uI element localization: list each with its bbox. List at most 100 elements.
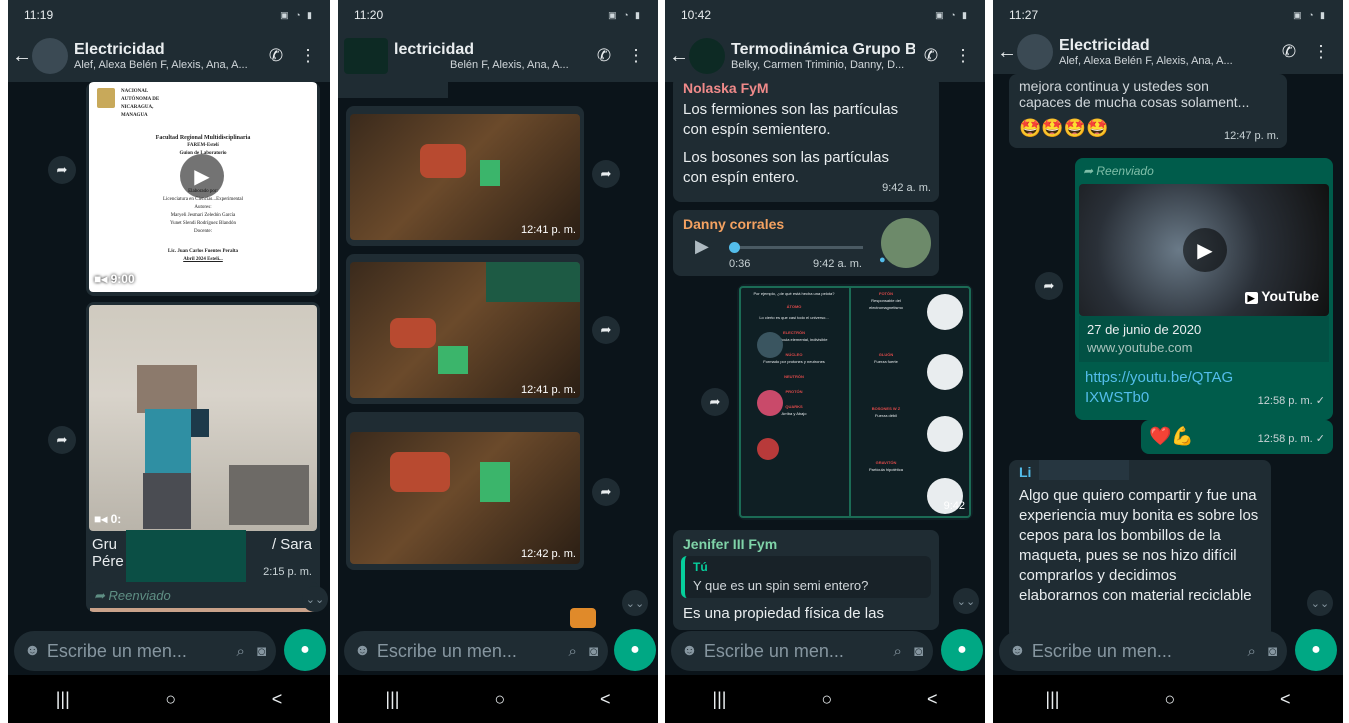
- doc-institution: NACIONAL AUTÓNOMA DE NICARAGUA, MANAGUA: [121, 88, 159, 120]
- back-arrow-icon[interactable]: ←: [997, 41, 1017, 64]
- recent-apps-icon[interactable]: |||: [56, 689, 70, 710]
- reply-message[interactable]: Jenifer III Fym Tú Y que es un spin semi…: [673, 530, 939, 630]
- status-bar: 11:19 ▣ ◔ ▮: [8, 0, 330, 30]
- forward-icon[interactable]: ➦: [48, 156, 76, 184]
- attach-icon[interactable]: ⌕: [237, 643, 245, 660]
- menu-icon[interactable]: ⋮: [947, 46, 979, 66]
- message-list[interactable]: NACIONAL AUTÓNOMA DE NICARAGUA, MANAGUA …: [8, 82, 330, 675]
- attach-icon[interactable]: ⌕: [569, 643, 577, 660]
- nav-back-icon[interactable]: <: [272, 689, 283, 710]
- chat-title-block[interactable]: Electricidad Alef, Alexa Belén F, Alexis…: [74, 41, 260, 71]
- menu-icon[interactable]: ⋮: [1305, 42, 1337, 62]
- nav-back-icon[interactable]: <: [1280, 689, 1291, 710]
- forward-icon[interactable]: ➦: [701, 388, 729, 416]
- home-icon[interactable]: ○: [494, 689, 505, 710]
- message-input[interactable]: ☻ Escribe un men... ⌕ ◙: [671, 631, 933, 671]
- camera-icon[interactable]: ◙: [914, 643, 923, 660]
- group-avatar[interactable]: [32, 38, 68, 74]
- nav-back-icon[interactable]: <: [927, 689, 938, 710]
- message-input[interactable]: ☻ Escribe un men... ⌕ ◙: [344, 631, 608, 671]
- emoji-icon[interactable]: ☻: [354, 642, 371, 660]
- infographic: Por ejemplo, ¿de qué está hecha una pelo…: [739, 286, 971, 518]
- image-message[interactable]: 12:41 p. m.: [346, 254, 584, 404]
- scroll-down-icon[interactable]: ⌄⌄: [953, 588, 979, 614]
- forward-icon[interactable]: ➦: [1035, 272, 1063, 300]
- image-message[interactable]: 12:42 p. m.: [346, 412, 584, 570]
- link-title: 27 de junio de 2020: [1087, 322, 1202, 337]
- scroll-down-icon[interactable]: ⌄⌄: [622, 590, 648, 616]
- text-message[interactable]: mejora continua y ustedes son capaces de…: [1009, 74, 1287, 148]
- attach-icon[interactable]: ⌕: [894, 643, 902, 660]
- chat-title: lectricidad: [394, 41, 475, 58]
- camera-icon[interactable]: ◙: [1268, 643, 1277, 660]
- mic-icon[interactable]: ●: [1295, 629, 1337, 671]
- forward-icon[interactable]: ➦: [48, 426, 76, 454]
- back-arrow-icon[interactable]: ←: [669, 45, 689, 68]
- mic-icon[interactable]: ●: [614, 629, 656, 671]
- emoji-message[interactable]: ❤️💪 12:58 p. m. ✓: [1141, 420, 1333, 454]
- quoted-message[interactable]: Tú Y que es un spin semi entero?: [681, 556, 931, 598]
- add-call-icon[interactable]: ✆: [1273, 42, 1305, 62]
- attach-icon[interactable]: ⌕: [1248, 643, 1256, 660]
- chat-title-block[interactable]: Electricidad Alef, Alexa Belén F, Alexis…: [1059, 37, 1273, 67]
- quote-text: Y que es un spin semi entero?: [693, 578, 869, 593]
- audio-progress-knob[interactable]: [729, 242, 740, 253]
- emoji-icon[interactable]: ☻: [681, 642, 698, 660]
- message-list[interactable]: 12:41 p. m. ➦ 12:41 p. m. ➦ 12:42 p. m.: [338, 82, 658, 675]
- menu-icon[interactable]: ⋮: [620, 46, 652, 66]
- add-call-icon[interactable]: ✆: [588, 46, 620, 66]
- home-icon[interactable]: ○: [165, 689, 176, 710]
- emoji-icon[interactable]: ☻: [1009, 642, 1026, 660]
- play-icon[interactable]: ▶: [180, 154, 224, 198]
- photo-maqueta: [350, 432, 580, 564]
- youtube-link[interactable]: https://youtu.be/QTAGIXWSTb0: [1085, 368, 1235, 408]
- recent-apps-icon[interactable]: |||: [385, 689, 399, 710]
- status-icons: ▣ ◔ ▮: [935, 9, 969, 20]
- audio-progress-track[interactable]: [729, 242, 863, 253]
- link-message-youtube[interactable]: ➦ Reenviado ▶ ▶ YouTube 27 de junio de 2…: [1075, 158, 1333, 420]
- chat-title-block[interactable]: lectricidad Belén F, Alexis, Ana, A...: [394, 41, 588, 71]
- add-call-icon[interactable]: ✆: [260, 46, 292, 66]
- group-avatar[interactable]: [1017, 34, 1053, 70]
- message-list[interactable]: Nolaska FyM Los fermiones son las partíc…: [665, 82, 985, 675]
- status-bar: 11:27 ▣ ◔ ▮: [993, 0, 1343, 30]
- home-icon[interactable]: ○: [1164, 689, 1175, 710]
- play-icon[interactable]: ▶: [1183, 228, 1227, 272]
- audio-play-icon[interactable]: ▶: [695, 236, 709, 257]
- group-avatar[interactable]: [689, 38, 725, 74]
- mic-icon[interactable]: ●: [284, 629, 326, 671]
- forwarded-message[interactable]: ➦ Reenviado: [86, 582, 320, 612]
- message-input[interactable]: ☻ Escribe un men... ⌕ ◙: [14, 631, 276, 671]
- recent-apps-icon[interactable]: |||: [712, 689, 726, 710]
- message-input[interactable]: ☻ Escribe un men... ⌕ ◙: [999, 631, 1287, 671]
- camera-icon[interactable]: ◙: [257, 643, 266, 660]
- image-message-infographic[interactable]: Por ejemplo, ¿de qué está hecha una pelo…: [737, 284, 973, 520]
- voice-message[interactable]: Danny corrales ▶ 0:36 9:42 a. m. ●: [673, 210, 939, 276]
- camera-icon[interactable]: ◙: [589, 643, 598, 660]
- message-list[interactable]: mejora continua y ustedes son capaces de…: [993, 74, 1343, 675]
- scroll-down-icon[interactable]: ⌄⌄: [302, 586, 328, 612]
- mic-icon[interactable]: ●: [941, 629, 983, 671]
- emoji-icon[interactable]: ☻: [24, 642, 41, 660]
- image-message[interactable]: 12:41 p. m.: [346, 106, 584, 246]
- text-message[interactable]: Nolaska FyM Los fermiones son las partíc…: [673, 82, 939, 202]
- message-time: 12:47 p. m.: [1223, 130, 1279, 142]
- nav-back-icon[interactable]: <: [600, 689, 611, 710]
- youtube-thumbnail[interactable]: ▶ ▶ YouTube: [1079, 184, 1329, 316]
- chat-title-block[interactable]: Termodinámica Grupo B Belky, Carmen Trim…: [731, 41, 915, 71]
- text-message[interactable]: Li Algo que quiero compartir y fue una e…: [1009, 460, 1271, 640]
- chat-participants: Belén F, Alexis, Ana, A...: [450, 59, 569, 71]
- video-message-document[interactable]: NACIONAL AUTÓNOMA DE NICARAGUA, MANAGUA …: [86, 82, 320, 296]
- forward-icon[interactable]: ➦: [592, 316, 620, 344]
- can-object: [390, 452, 450, 492]
- video-camera-icon: ■◂: [94, 272, 111, 286]
- add-call-icon[interactable]: ✆: [915, 46, 947, 66]
- back-arrow-icon[interactable]: ←: [12, 45, 32, 68]
- menu-icon[interactable]: ⋮: [292, 46, 324, 66]
- scroll-down-icon[interactable]: ⌄⌄: [1307, 590, 1333, 616]
- recent-apps-icon[interactable]: |||: [1045, 689, 1059, 710]
- forward-icon[interactable]: ➦: [592, 478, 620, 506]
- home-icon[interactable]: ○: [821, 689, 832, 710]
- forward-icon[interactable]: ➦: [592, 160, 620, 188]
- video-message-person[interactable]: ■◂ 0: Gru / Sara Pére 2:15 p. m.: [86, 302, 320, 604]
